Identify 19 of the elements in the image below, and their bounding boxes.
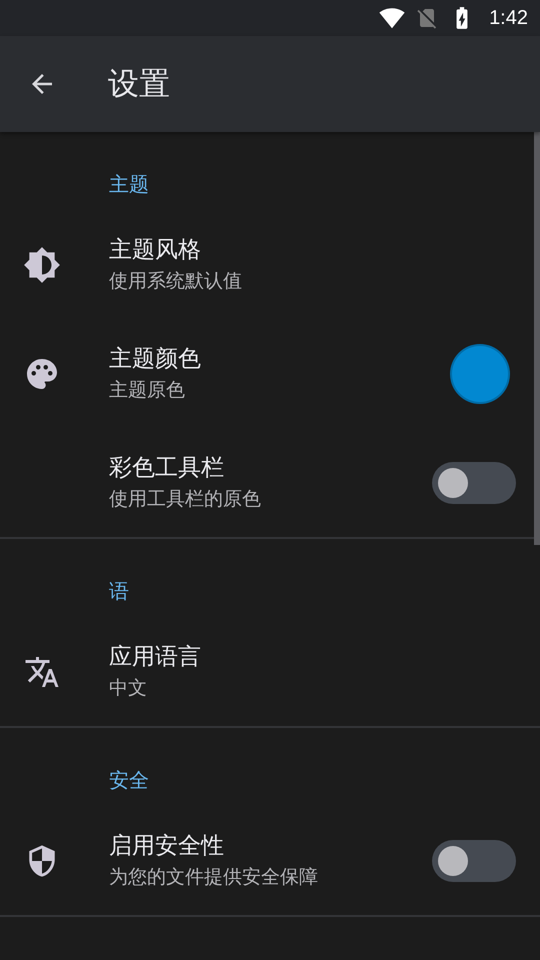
setting-title[interactable]: 应用语言 xyxy=(109,640,201,672)
section-header: 主题 xyxy=(109,172,149,196)
clock-time: 1:42 xyxy=(489,6,528,30)
setting-summary: 使用系统默认值 xyxy=(109,268,242,294)
setting-summary: 中文 xyxy=(109,676,147,700)
toolbar-title: 设置 xyxy=(108,65,170,104)
toggle-switch[interactable] xyxy=(432,462,516,504)
setting-title[interactable]: 彩色工具栏 xyxy=(109,452,224,484)
brightness-icon xyxy=(23,246,61,284)
setting-title[interactable]: 主题颜色 xyxy=(109,342,201,374)
setting-title[interactable]: 主题风格 xyxy=(109,234,201,266)
setting-summary: 为您的文件提供安全保障 xyxy=(109,864,318,890)
setting-title[interactable]: 启用安全性 xyxy=(109,830,224,862)
section-header: 安全 xyxy=(109,768,149,792)
section-header: 语 xyxy=(109,579,129,603)
setting-summary: 主题原色 xyxy=(109,378,185,402)
toggle-switch[interactable] xyxy=(432,840,516,882)
setting-summary: 使用工具栏的原色 xyxy=(109,486,261,512)
scrollbar[interactable] xyxy=(534,132,540,545)
